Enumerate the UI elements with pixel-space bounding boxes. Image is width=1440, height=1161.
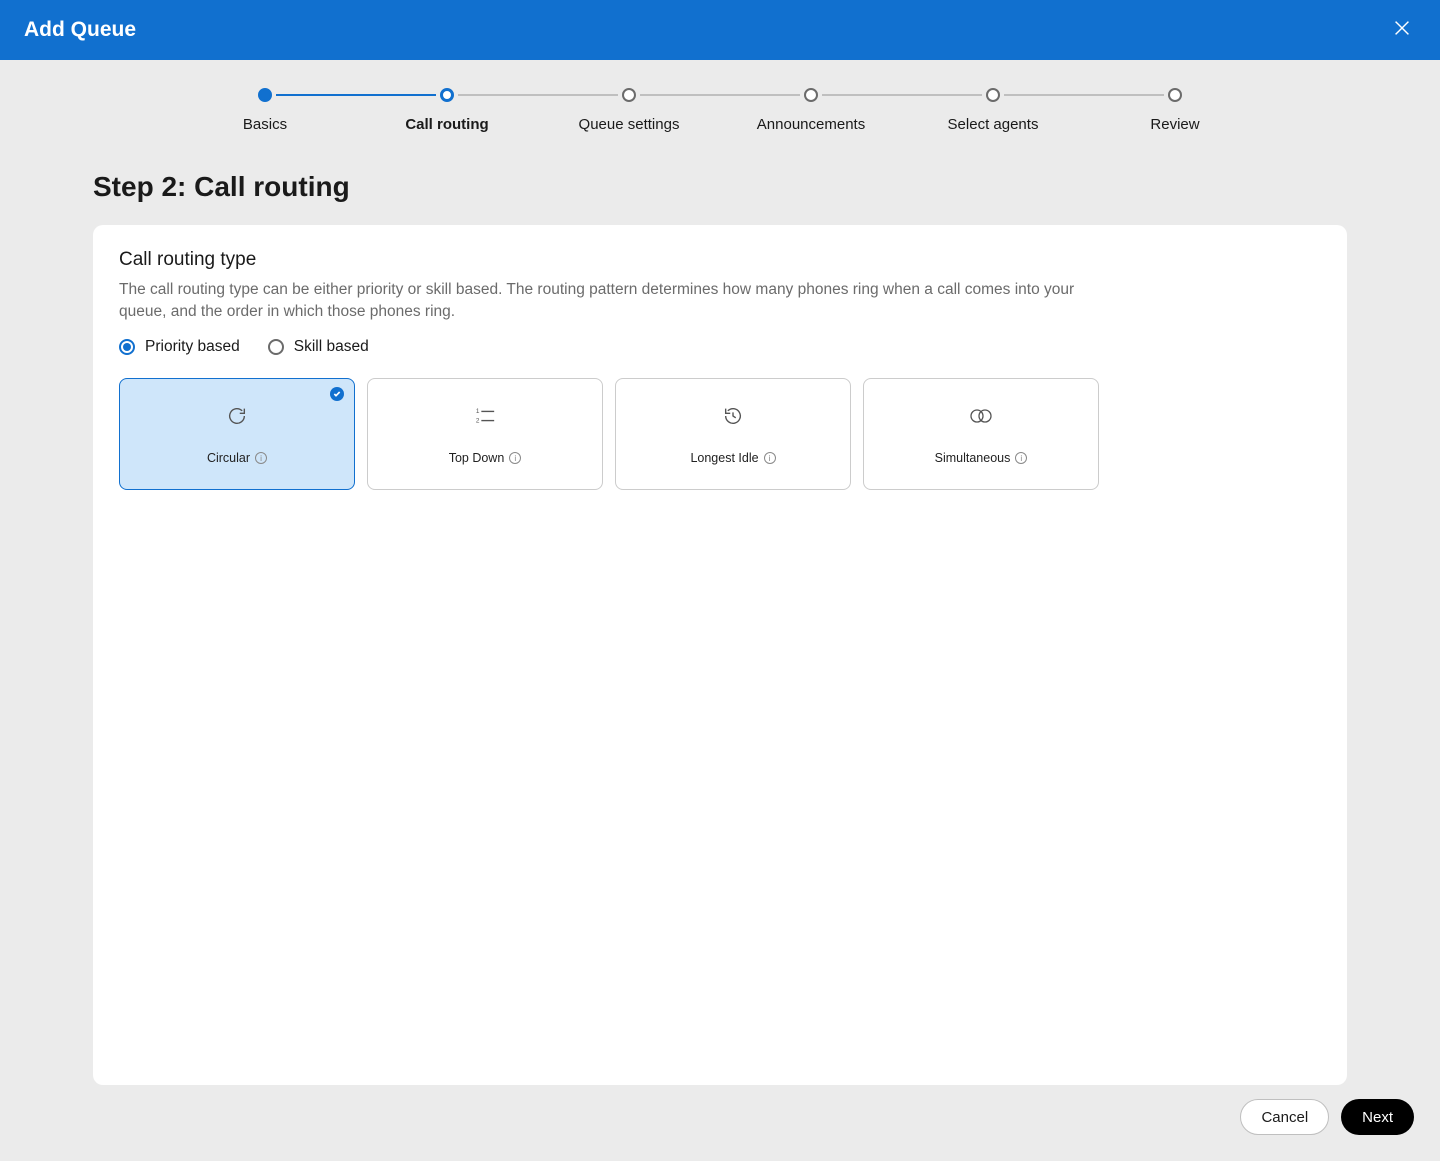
section-description: The call routing type can be either prio… bbox=[119, 279, 1089, 322]
step-label: Queue settings bbox=[579, 116, 680, 133]
next-button[interactable]: Next bbox=[1341, 1099, 1414, 1135]
radio-icon bbox=[119, 339, 135, 355]
step-queue-settings[interactable]: Queue settings bbox=[538, 88, 720, 133]
two-circles-icon bbox=[968, 403, 994, 429]
option-label: Top Down bbox=[449, 451, 505, 465]
cancel-button[interactable]: Cancel bbox=[1240, 1099, 1329, 1135]
info-icon[interactable]: i bbox=[255, 452, 267, 464]
option-label-row: Simultaneous i bbox=[935, 451, 1028, 465]
step-call-routing[interactable]: Call routing bbox=[356, 88, 538, 133]
ordered-list-icon: 12 bbox=[474, 403, 496, 429]
modal-title: Add Queue bbox=[24, 18, 136, 42]
option-label-row: Longest Idle i bbox=[690, 451, 775, 465]
radio-label: Skill based bbox=[294, 338, 369, 356]
svg-text:1: 1 bbox=[476, 409, 480, 416]
svg-text:2: 2 bbox=[476, 418, 480, 425]
routing-pattern-options: Circulari12Top DowniLongest IdleiSimulta… bbox=[119, 378, 1321, 490]
close-icon bbox=[1391, 17, 1413, 44]
history-icon bbox=[722, 403, 744, 429]
section-title: Call routing type bbox=[119, 249, 1321, 271]
info-icon[interactable]: i bbox=[509, 452, 521, 464]
step-label: Basics bbox=[243, 116, 287, 133]
wizard-footer: Cancel Next bbox=[1240, 1099, 1414, 1135]
content-card: Call routing type The call routing type … bbox=[93, 225, 1347, 1085]
routing-option-simultaneous[interactable]: Simultaneous i bbox=[863, 378, 1099, 490]
selected-check-icon bbox=[330, 387, 344, 401]
step-label: Review bbox=[1150, 116, 1199, 133]
page-body: Step 2: Call routing Call routing type T… bbox=[93, 171, 1347, 1085]
close-button[interactable] bbox=[1388, 16, 1416, 44]
cycle-icon bbox=[226, 403, 248, 429]
option-label: Longest Idle bbox=[690, 451, 758, 465]
option-label-row: Top Down i bbox=[449, 451, 522, 465]
step-label: Announcements bbox=[757, 116, 865, 133]
routing-option-circular[interactable]: Circular i bbox=[119, 378, 355, 490]
option-label: Simultaneous bbox=[935, 451, 1011, 465]
step-select-agents[interactable]: Select agents bbox=[902, 88, 1084, 133]
option-label-row: Circular i bbox=[207, 451, 267, 465]
routing-option-topdown[interactable]: 12Top Downi bbox=[367, 378, 603, 490]
radio-skill-based[interactable]: Skill based bbox=[268, 338, 369, 356]
step-basics[interactable]: Basics bbox=[174, 88, 356, 133]
routing-type-radio-group: Priority based Skill based bbox=[119, 338, 1321, 356]
option-label: Circular bbox=[207, 451, 250, 465]
step-dot-icon bbox=[622, 88, 636, 102]
routing-option-longestidle[interactable]: Longest Idle i bbox=[615, 378, 851, 490]
info-icon[interactable]: i bbox=[1015, 452, 1027, 464]
info-icon[interactable]: i bbox=[764, 452, 776, 464]
step-dot-icon bbox=[1168, 88, 1182, 102]
modal-header: Add Queue bbox=[0, 0, 1440, 60]
step-dot-icon bbox=[258, 88, 272, 102]
step-announcements[interactable]: Announcements bbox=[720, 88, 902, 133]
step-dot-icon bbox=[986, 88, 1000, 102]
radio-label: Priority based bbox=[145, 338, 240, 356]
step-dot-icon bbox=[804, 88, 818, 102]
step-label: Select agents bbox=[948, 116, 1039, 133]
radio-icon bbox=[268, 339, 284, 355]
step-review[interactable]: Review bbox=[1084, 88, 1266, 133]
page-title: Step 2: Call routing bbox=[93, 171, 1347, 203]
step-dot-icon bbox=[440, 88, 454, 102]
wizard-stepper: Basics Call routing Queue settings Announce… bbox=[0, 60, 1440, 143]
radio-priority-based[interactable]: Priority based bbox=[119, 338, 240, 356]
step-label: Call routing bbox=[405, 116, 488, 133]
